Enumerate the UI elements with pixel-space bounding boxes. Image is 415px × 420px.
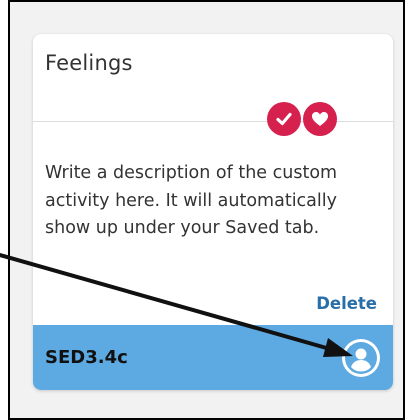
- card-divider: [33, 121, 393, 122]
- check-icon: [276, 112, 292, 126]
- user-icon: [345, 342, 377, 374]
- check-badge-button[interactable]: [267, 102, 301, 136]
- activity-card: Feelings Write a description of the cust…: [33, 34, 393, 390]
- standard-code: SED3.4c: [45, 347, 128, 368]
- delete-link[interactable]: Delete: [316, 294, 377, 313]
- user-profile-button[interactable]: [342, 339, 380, 377]
- card-title: Feelings: [45, 51, 133, 75]
- activity-description: Write a description of the custom activi…: [45, 163, 338, 238]
- favorite-badge-button[interactable]: [303, 102, 337, 136]
- heart-icon: [312, 112, 328, 126]
- card-footer: SED3.4c: [33, 325, 393, 390]
